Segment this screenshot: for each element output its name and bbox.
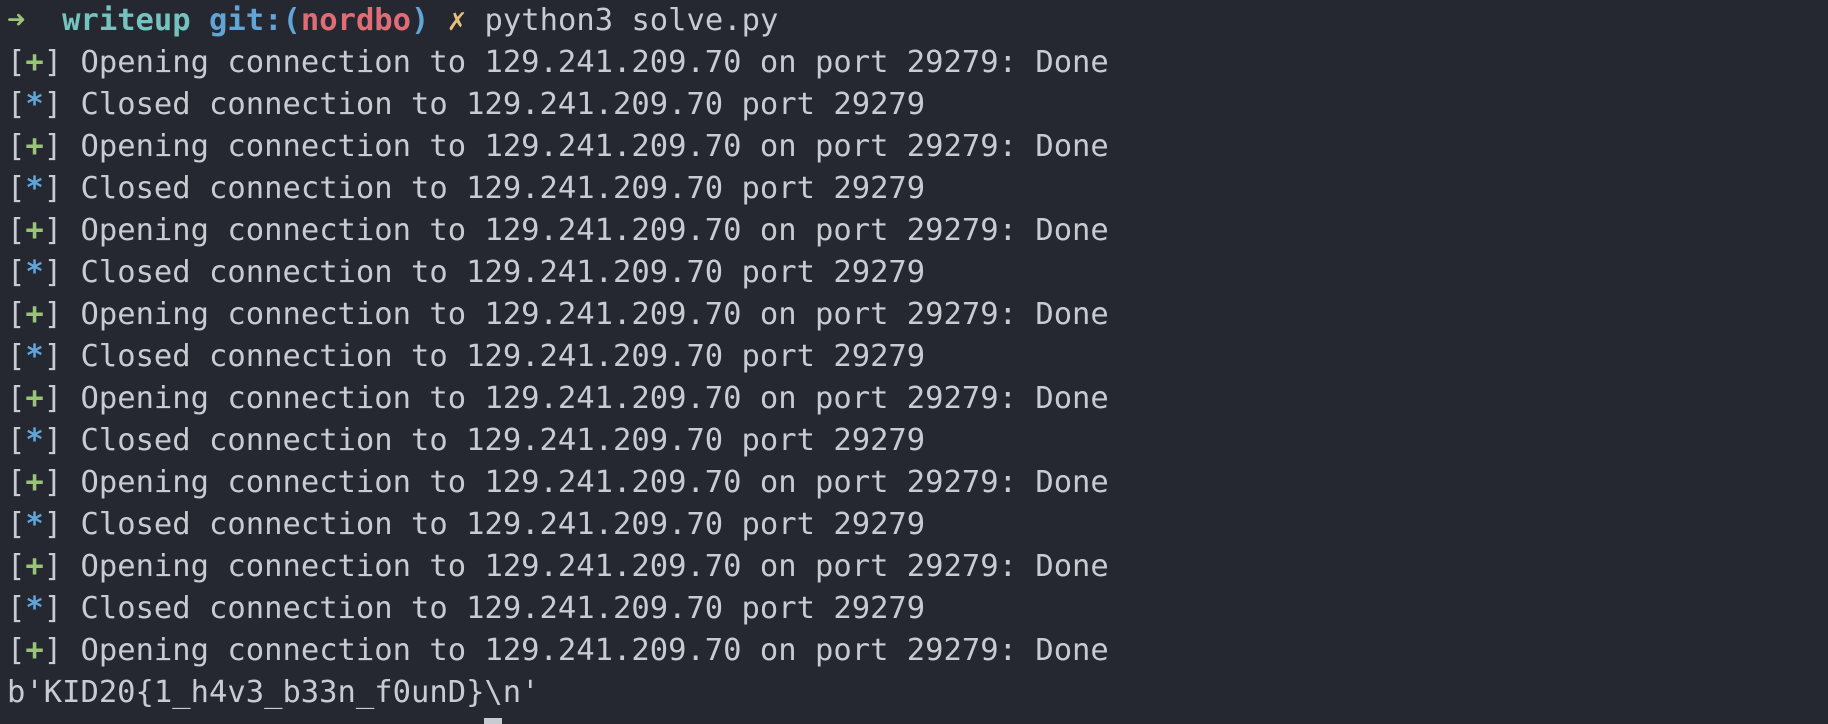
log-bracket-open: [ — [7, 381, 26, 416]
log-line: [+] Opening connection to 129.241.209.70… — [7, 630, 1828, 672]
log-bracket-close: ] — [43, 633, 81, 668]
prompt-arrow-icon: ➜ — [7, 3, 26, 38]
log-bracket-open: [ — [7, 87, 26, 122]
log-bracket-open: [ — [7, 297, 26, 332]
log-bracket-open: [ — [7, 633, 26, 668]
log-text: Closed connection to 129.241.209.70 port… — [80, 171, 926, 206]
cursor — [484, 717, 503, 724]
log-bracket-open: [ — [7, 339, 26, 374]
terminal-window[interactable]: ➜ writeup git:(nordbo) ✗ python3 solve.p… — [0, 0, 1828, 724]
plus-marker-icon: + — [25, 465, 44, 500]
log-bracket-close: ] — [43, 339, 81, 374]
log-bracket-close: ] — [43, 381, 81, 416]
log-text: Closed connection to 129.241.209.70 port… — [80, 591, 926, 626]
star-marker-icon: * — [25, 423, 44, 458]
prompt-directory: writeup — [62, 3, 191, 38]
log-text: Opening connection to 129.241.209.70 on … — [80, 45, 1109, 80]
log-line: [+] Opening connection to 129.241.209.70… — [7, 210, 1828, 252]
log-line: [*] Closed connection to 129.241.209.70 … — [7, 84, 1828, 126]
log-line: [*] Closed connection to 129.241.209.70 … — [7, 588, 1828, 630]
log-bracket-open: [ — [7, 591, 26, 626]
log-bracket-open: [ — [7, 465, 26, 500]
prompt-command: python3 solve.py — [484, 3, 779, 38]
log-bracket-open: [ — [7, 129, 26, 164]
log-text: Opening connection to 129.241.209.70 on … — [80, 297, 1109, 332]
log-bracket-close: ] — [43, 591, 81, 626]
log-bracket-close: ] — [43, 45, 81, 80]
log-text: Closed connection to 129.241.209.70 port… — [80, 339, 926, 374]
log-text: Opening connection to 129.241.209.70 on … — [80, 633, 1109, 668]
prompt-git-branch: nordbo — [300, 3, 412, 38]
log-line: [+] Opening connection to 129.241.209.70… — [7, 462, 1828, 504]
log-bracket-open: [ — [7, 171, 26, 206]
log-text: Opening connection to 129.241.209.70 on … — [80, 465, 1109, 500]
star-marker-icon: * — [25, 255, 44, 290]
log-line: [+] Opening connection to 129.241.209.70… — [7, 42, 1828, 84]
log-line: [+] Opening connection to 129.241.209.70… — [7, 294, 1828, 336]
log-bracket-open: [ — [7, 255, 26, 290]
log-bracket-close: ] — [43, 171, 81, 206]
log-bracket-close: ] — [43, 87, 81, 122]
star-marker-icon: * — [25, 591, 44, 626]
log-bracket-close: ] — [43, 213, 81, 248]
log-text: Closed connection to 129.241.209.70 port… — [80, 423, 926, 458]
log-text: Opening connection to 129.241.209.70 on … — [80, 381, 1109, 416]
plus-marker-icon: + — [25, 297, 44, 332]
log-line: [+] Opening connection to 129.241.209.70… — [7, 378, 1828, 420]
plus-marker-icon: + — [25, 633, 44, 668]
log-text: Opening connection to 129.241.209.70 on … — [80, 129, 1109, 164]
log-text: Opening connection to 129.241.209.70 on … — [80, 549, 1109, 584]
log-line: [*] Closed connection to 129.241.209.70 … — [7, 168, 1828, 210]
log-line: [*] Closed connection to 129.241.209.70 … — [7, 336, 1828, 378]
star-marker-icon: * — [25, 339, 44, 374]
log-line: [+] Opening connection to 129.241.209.70… — [7, 126, 1828, 168]
prompt-git-close: ) — [411, 3, 430, 38]
log-bracket-open: [ — [7, 507, 26, 542]
plus-marker-icon: + — [25, 381, 44, 416]
log-bracket-close: ] — [43, 297, 81, 332]
log-bracket-open: [ — [7, 45, 26, 80]
log-output: [+] Opening connection to 129.241.209.70… — [7, 42, 1828, 672]
log-text: Closed connection to 129.241.209.70 port… — [80, 87, 926, 122]
plus-marker-icon: + — [25, 549, 44, 584]
log-line: [+] Opening connection to 129.241.209.70… — [7, 546, 1828, 588]
log-bracket-open: [ — [7, 423, 26, 458]
plus-marker-icon: + — [25, 129, 44, 164]
plus-marker-icon: + — [25, 213, 44, 248]
log-text: Opening connection to 129.241.209.70 on … — [80, 213, 1109, 248]
star-marker-icon: * — [25, 507, 44, 542]
log-text: Closed connection to 129.241.209.70 port… — [80, 255, 926, 290]
log-line: [*] Closed connection to 129.241.209.70 … — [7, 252, 1828, 294]
log-text: Closed connection to 129.241.209.70 port… — [80, 507, 926, 542]
log-bracket-close: ] — [43, 255, 81, 290]
log-line: [*] Closed connection to 129.241.209.70 … — [7, 420, 1828, 462]
log-line: [*] Closed connection to 129.241.209.70 … — [7, 504, 1828, 546]
star-marker-icon: * — [25, 171, 44, 206]
plus-marker-icon: + — [25, 45, 44, 80]
flag-output-line: b'KID20{1_h4v3_b33n_f0unD}\n' — [7, 675, 540, 710]
prompt-git-label: git:( — [209, 3, 301, 38]
log-bracket-close: ] — [43, 423, 81, 458]
next-prompt-line[interactable]: ➜ writeup git:(nordbo) ✗ — [7, 714, 1828, 724]
log-bracket-close: ] — [43, 129, 81, 164]
prompt-line: ➜ writeup git:(nordbo) ✗ python3 solve.p… — [7, 0, 1828, 42]
star-marker-icon: * — [25, 87, 44, 122]
log-bracket-close: ] — [43, 549, 81, 584]
log-bracket-open: [ — [7, 549, 26, 584]
log-bracket-open: [ — [7, 213, 26, 248]
prompt-dirty-icon: ✗ — [447, 3, 467, 38]
log-bracket-close: ] — [43, 465, 81, 500]
log-bracket-close: ] — [43, 507, 81, 542]
